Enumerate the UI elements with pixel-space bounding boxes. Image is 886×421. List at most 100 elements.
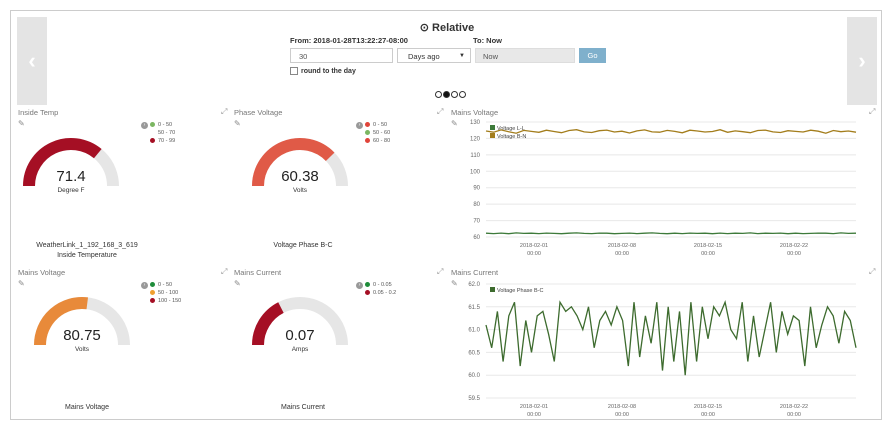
unit-select[interactable]: Days ago ▼ (397, 48, 471, 63)
legend-swatch (150, 130, 155, 136)
chevron-right-icon[interactable]: › (141, 282, 148, 289)
legend-item: 0 - 0.05 (365, 281, 396, 289)
legend-swatch (490, 133, 495, 138)
legend-label: 0 - 50 (373, 122, 388, 128)
legend-swatch (365, 130, 370, 136)
y-tick-label: 130 (470, 120, 481, 126)
x-tick-label: 00:00 (615, 251, 629, 257)
x-tick-label: 2018-02-22 (780, 404, 808, 410)
go-button[interactable]: Go (579, 48, 606, 63)
series-line (485, 232, 857, 235)
mains-current-chart-title: Mains Current (451, 268, 499, 277)
legend-item: 0 - 50 (150, 281, 181, 289)
gauge-caption: Mains Voltage (27, 403, 147, 413)
x-tick-label: 2018-02-01 (520, 404, 548, 410)
y-tick-label: 61.0 (468, 328, 480, 334)
wrench-icon[interactable]: ✎ (234, 279, 241, 288)
y-tick-label: 61.5 (468, 305, 480, 311)
legend-swatch (490, 125, 495, 130)
y-tick-label: 110 (470, 153, 480, 159)
carousel-dot[interactable] (435, 91, 442, 98)
chevron-right-icon[interactable]: › (141, 122, 148, 129)
gauge-caption-line: Mains Voltage (65, 404, 109, 411)
chevron-right-icon[interactable]: › (356, 282, 363, 289)
legend-swatch (365, 290, 370, 296)
expand-icon[interactable]: ⤢ (437, 107, 443, 117)
caret-down-icon: ▼ (459, 53, 465, 59)
legend-swatch (150, 298, 155, 304)
expand-icon[interactable]: ⤢ (221, 107, 227, 117)
carousel-dot[interactable] (459, 91, 466, 98)
legend-label: 0.05 - 0.2 (373, 290, 397, 296)
gauge-caption-line: Mains Current (281, 404, 325, 411)
wrench-icon[interactable]: ✎ (18, 119, 25, 128)
mains-voltage-chart-title: Mains Voltage (451, 108, 499, 117)
legend-label: Voltage Phase B-C (497, 288, 544, 294)
gauge-caption: Voltage Phase B-C (243, 241, 363, 251)
gauge-unit: Amps (291, 346, 309, 353)
x-tick-label: 00:00 (787, 412, 801, 418)
gauge-value: 71.4 (56, 168, 86, 185)
gauge-value: 0.07 (285, 327, 315, 344)
time-range-title: ⊙ Relative (419, 22, 475, 34)
gauge-legend: 0 - 50 50 - 60 60 - 80 (365, 121, 390, 145)
legend-label: 0 - 50 (158, 282, 173, 288)
chevron-right-icon[interactable]: › (356, 122, 363, 129)
expand-icon[interactable]: ⤢ (869, 107, 875, 117)
y-tick-label: 100 (470, 169, 481, 175)
x-tick-label: 00:00 (527, 412, 541, 418)
expand-icon[interactable]: ⤢ (221, 267, 227, 277)
amount-input[interactable]: 30 (290, 48, 393, 63)
gauge-caption: Mains Current (243, 403, 363, 413)
carousel-dot-active[interactable] (443, 91, 450, 98)
legend-item: 50 - 100 (150, 289, 181, 297)
expand-icon[interactable]: ⤢ (437, 267, 443, 277)
x-tick-label: 2018-02-15 (694, 243, 722, 249)
y-tick-label: 120 (470, 136, 481, 142)
x-tick-label: 2018-02-22 (780, 243, 808, 249)
clock-icon: ⊙ (419, 22, 429, 34)
carousel-dot[interactable] (451, 91, 458, 98)
series-line (485, 129, 857, 134)
expand-icon[interactable]: ⤢ (869, 267, 875, 277)
gauge-caption: WeatherLink_1_192_168_3_619 Inside Temper… (27, 241, 147, 261)
x-tick-label: 2018-02-15 (694, 404, 722, 410)
legend-swatch (150, 138, 155, 144)
time-range-panel: ‹ › ⊙ Relative From: 2018-01-28T13:22:27… (17, 17, 877, 105)
wrench-icon[interactable]: ✎ (18, 279, 25, 288)
x-tick-label: 00:00 (701, 251, 715, 257)
to-input[interactable]: Now (475, 48, 575, 63)
legend-label: 0 - 0.05 (373, 282, 392, 288)
gauge-unit: Volts (74, 346, 90, 353)
x-tick-label: 2018-02-08 (608, 243, 636, 249)
round-to-day-option[interactable]: round to the day (290, 67, 356, 75)
legend-swatch (150, 282, 155, 288)
round-checkbox[interactable] (290, 67, 298, 75)
x-tick-label: 00:00 (787, 251, 801, 257)
y-tick-label: 60.0 (468, 373, 480, 379)
legend-item: 50 - 60 (365, 129, 390, 137)
legend-swatch (365, 282, 370, 288)
to-label: To: Now (473, 36, 503, 45)
x-tick-label: 00:00 (615, 412, 629, 418)
legend-swatch (365, 122, 370, 128)
y-tick-label: 62.0 (468, 282, 480, 288)
y-tick-label: 59.5 (468, 396, 480, 402)
gauge-caption-line: WeatherLink_1_192_168_3_619 (36, 242, 138, 249)
legend-label: 0 - 50 (158, 122, 173, 128)
legend-label: 50 - 70 (158, 130, 176, 136)
legend-item: 60 - 80 (365, 137, 390, 145)
gauge-title: Inside Temp (18, 108, 59, 117)
wrench-icon[interactable]: ✎ (234, 119, 241, 128)
legend-label: 50 - 60 (373, 130, 391, 136)
legend-item: 0 - 50 (365, 121, 390, 129)
gauge-unit: Volts (292, 187, 308, 194)
gauge-legend: 0 - 50 50 - 70 70 - 99 (150, 121, 175, 145)
y-tick-label: 80 (473, 202, 480, 208)
mains-current-chart: 59.5 60.0 60.5 61.0 61.5 62.0 2018-02-01 00:00 2… (468, 282, 857, 418)
series-line (485, 300, 857, 376)
legend-label: Voltage B-N (497, 134, 526, 140)
y-tick-label: 90 (473, 186, 480, 192)
legend-label: 50 - 100 (158, 290, 179, 296)
legend-swatch (150, 290, 155, 296)
